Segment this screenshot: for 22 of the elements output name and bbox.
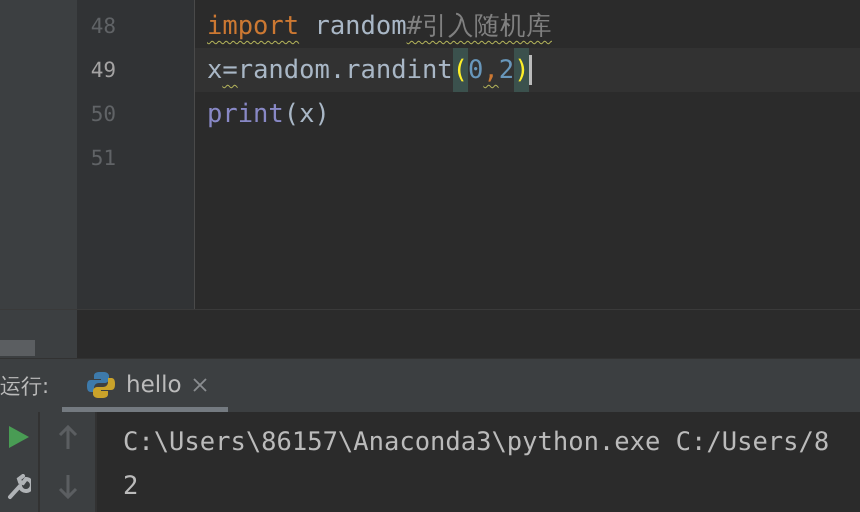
code-token: = <box>222 54 238 87</box>
code-token: 0 <box>468 54 484 87</box>
console-output: C:\Users\86157\Anaconda3\python.exe C:/Users/8 <box>123 426 830 459</box>
run-label: 运行: <box>0 372 50 400</box>
code-token: random <box>313 10 407 43</box>
python-icon <box>86 370 116 400</box>
line-number: 49 <box>90 58 116 82</box>
code-token: , <box>483 54 499 87</box>
code-token: (x) <box>284 98 330 131</box>
code-token: #引入随机库 <box>406 10 552 43</box>
code-token: print <box>207 98 284 131</box>
wrench-icon[interactable] <box>7 474 31 500</box>
code-token: random.randint <box>238 54 453 87</box>
code-token: x <box>207 54 222 87</box>
run-icon[interactable] <box>8 425 30 449</box>
code-token: ) <box>514 48 530 92</box>
close-icon[interactable] <box>192 377 208 394</box>
scrollbar-thumb[interactable] <box>0 340 35 356</box>
code-token: ( <box>452 48 468 92</box>
code-token: 2 <box>498 54 514 87</box>
console-output: 2 <box>123 470 140 503</box>
code-token: import <box>207 10 300 43</box>
